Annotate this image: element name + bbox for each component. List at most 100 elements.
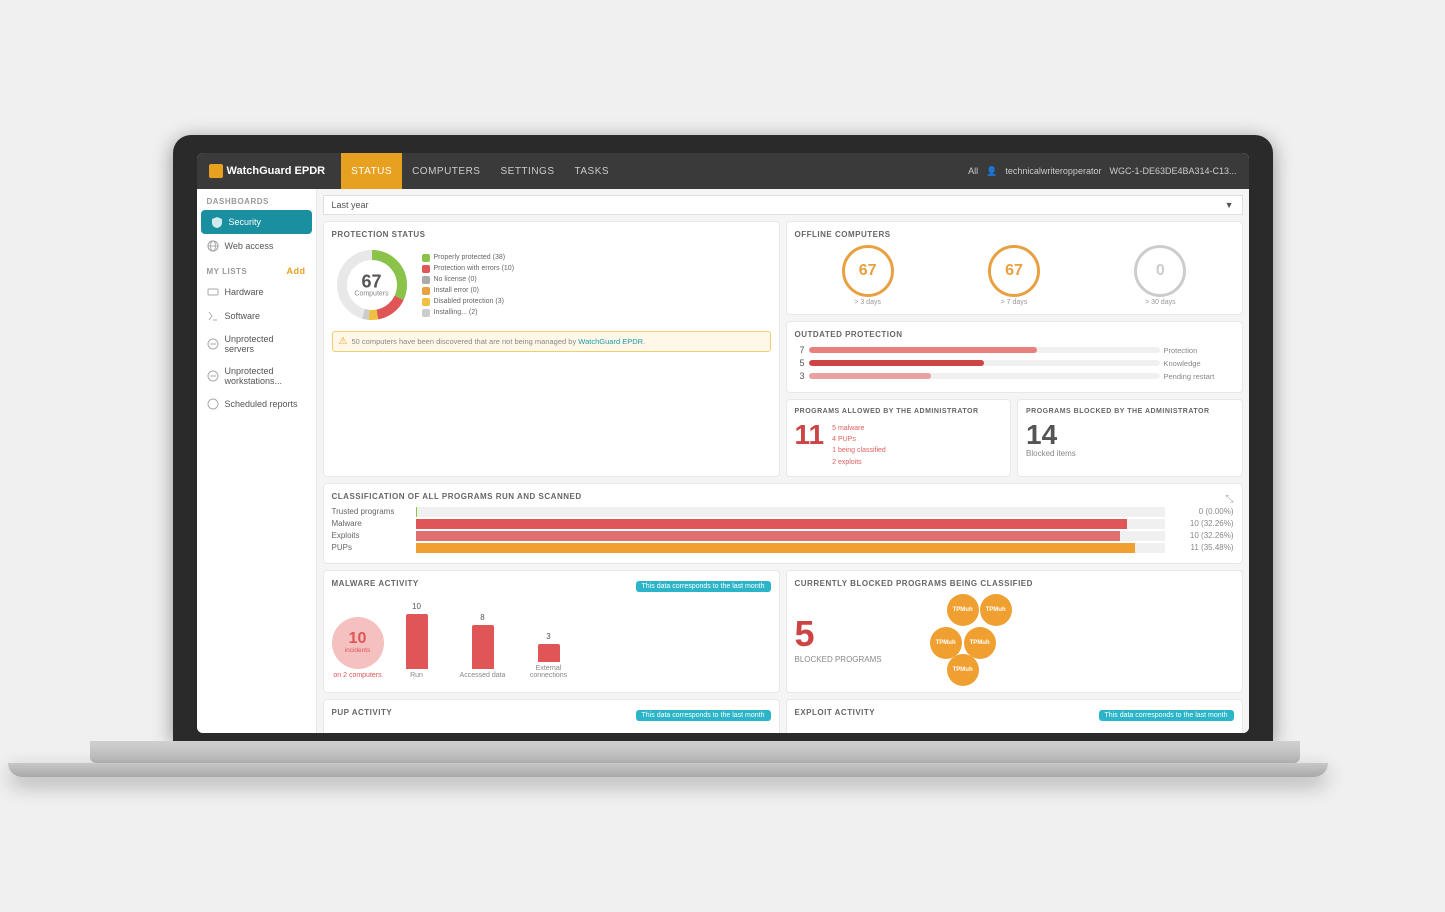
outdated-track-2	[809, 373, 1160, 379]
laptop-base	[90, 741, 1300, 763]
alert-bar: ⚠ 50 computers have been discovered that…	[332, 331, 771, 352]
machine-id: WGC-1-DE63DE4BA314-C13...	[1109, 166, 1236, 176]
programs-allowed-card: PROGRAMS ALLOWED BY THE ADMINISTRATOR 11…	[786, 399, 1012, 477]
class-track-pups	[416, 543, 1165, 553]
nav-tab-status[interactable]: STATUS	[341, 153, 402, 189]
globe-icon	[207, 240, 219, 252]
bar-col-external: 3 External connections	[524, 632, 574, 679]
blocked-number-section: 5 BLOCKED PROGRAMS	[795, 613, 882, 664]
nav-tab-settings[interactable]: SETTINGS	[490, 153, 564, 189]
outdated-label-0: Protection	[1164, 346, 1234, 355]
bar-num-external: 3	[546, 632, 550, 641]
bubble-0: TPMuh	[947, 594, 979, 626]
incident-circle: 10 incidents	[332, 617, 384, 669]
logo-icon	[209, 164, 223, 178]
class-row-trusted: Trusted programs 0 (0.00%)	[332, 507, 1234, 517]
pup-badge: This data corresponds to the last month	[636, 710, 771, 721]
outdated-title: OUTDATED PROTECTION	[795, 330, 1234, 339]
incident-section: 10 incidents on 2 computers	[332, 617, 384, 679]
legend-install-error: Install error (0)	[422, 287, 515, 295]
blocked-label: Blocked items	[1026, 449, 1234, 458]
class-track-exploits	[416, 531, 1165, 541]
webaccess-label: Web access	[225, 241, 274, 251]
outdated-row-protection: 7 Protection	[795, 345, 1234, 355]
offline-computers-card: OFFLINE COMPUTERS 67 > 3 days	[786, 221, 1243, 315]
allowed-title: PROGRAMS ALLOWED BY THE ADMINISTRATOR	[795, 408, 1003, 415]
hardware-icon	[207, 286, 219, 298]
outdated-fill-2	[809, 373, 932, 379]
legend-dot-orange	[422, 287, 430, 295]
class-count-pups: 11 (35.48%)	[1169, 543, 1234, 552]
sidebar-item-software[interactable]: Software	[197, 304, 316, 328]
alert-link[interactable]: WatchGuard EPDR	[578, 337, 643, 346]
bar-label-run: Run	[392, 672, 442, 679]
header-right: All 👤 technicalwriteropperator WGC-1-DE6…	[968, 166, 1236, 177]
expand-icon[interactable]: ⤡	[1226, 494, 1234, 505]
metric-num-3: 67	[859, 263, 877, 279]
legend-dot-gray	[422, 276, 430, 284]
sidebar-item-scheduled-reports[interactable]: Scheduled reports	[197, 392, 316, 416]
class-count-exploits: 10 (32.26%)	[1169, 531, 1234, 540]
legend-dot-red	[422, 265, 430, 273]
allowed-details: 5 malware 4 PUPs 1 being classified 2 ex…	[832, 423, 886, 468]
class-row-pups: PUPs 11 (35.48%)	[332, 543, 1234, 553]
donut-center: 67 Computers	[354, 273, 388, 298]
bubble-1: TPMuh	[980, 594, 1012, 626]
pup-exploit-row: PUP ACTIVITY This data corresponds to th…	[323, 699, 1243, 733]
nav-tab-tasks[interactable]: TASKS	[565, 153, 620, 189]
outdated-fill-0	[809, 347, 1037, 353]
outdated-label-1: Knowledge	[1164, 359, 1234, 368]
app-header: WatchGuard EPDR STATUS COMPUTERS SETTING…	[197, 153, 1249, 189]
software-icon	[207, 310, 219, 322]
outdated-num-1: 5	[795, 358, 805, 368]
malware-activity-card: MALWARE ACTIVITY This data corresponds t…	[323, 570, 780, 693]
blocked-sub-label: BLOCKED PROGRAMS	[795, 655, 882, 664]
blocked-programs-card: CURRENTLY BLOCKED PROGRAMS BEING CLASSIF…	[786, 570, 1243, 693]
legend-no-license: No license (0)	[422, 276, 515, 284]
alert-text: 50 computers have been discovered that a…	[351, 337, 645, 346]
donut-chart: 67 Computers	[332, 245, 412, 325]
class-row-exploits: Exploits 10 (32.26%)	[332, 531, 1234, 541]
sidebar-item-hardware[interactable]: Hardware	[197, 280, 316, 304]
class-fill-trusted	[416, 507, 417, 517]
outdated-track-0	[809, 347, 1160, 353]
class-fill-pups	[416, 543, 1135, 553]
offline-metrics: 67 > 3 days 67 > 7 days	[795, 245, 1234, 306]
laptop-container: WatchGuard EPDR STATUS COMPUTERS SETTING…	[173, 135, 1273, 777]
legend-dot-yellow	[422, 298, 430, 306]
shield-icon	[211, 216, 223, 228]
malware-title: MALWARE ACTIVITY	[332, 579, 419, 588]
legend-errors: Protection with errors (10)	[422, 265, 515, 273]
outdated-row-knowledge: 5 Knowledge	[795, 358, 1234, 368]
exploit-badge: This data corresponds to the last month	[1099, 710, 1234, 721]
app-logo: WatchGuard EPDR	[209, 164, 326, 178]
offline-metric-30days: 0 > 30 days	[1134, 245, 1186, 306]
malware-badge: This data corresponds to the last month	[636, 581, 771, 592]
blocked-programs-title: CURRENTLY BLOCKED PROGRAMS BEING CLASSIF…	[795, 579, 1234, 588]
username: technicalwriteropperator	[1005, 166, 1101, 176]
dashboards-label: DASHBOARDS	[197, 189, 316, 210]
legend-disabled: Disabled protection (3)	[422, 298, 515, 306]
metric-circle-3: 67	[842, 245, 894, 297]
class-count-trusted: 0 (0.00%)	[1169, 507, 1234, 516]
sidebar-item-unprotected-servers[interactable]: Unprotected servers	[197, 328, 316, 360]
add-button[interactable]: Add	[287, 266, 306, 276]
nav-tab-computers[interactable]: COMPUTERS	[402, 153, 490, 189]
sidebar-item-security[interactable]: Security	[201, 210, 312, 234]
legend-dot-green	[422, 254, 430, 262]
sidebar-item-unprotected-workstations[interactable]: Unprotected workstations...	[197, 360, 316, 392]
pup-title: PUP ACTIVITY	[332, 708, 393, 717]
outdated-row-restart: 3 Pending restart	[795, 371, 1234, 381]
outdated-fill-1	[809, 360, 985, 366]
metric-label-3: > 3 days	[842, 299, 894, 306]
offline-metric-7days: 67 > 7 days	[988, 245, 1040, 306]
class-row-malware: Malware 10 (32.26%)	[332, 519, 1234, 529]
filter-bar[interactable]: Last year ▼	[323, 195, 1243, 215]
bar-rect-external	[538, 644, 560, 662]
classification-title: CLASSIFICATION OF ALL PROGRAMS RUN AND S…	[332, 492, 582, 501]
classification-rows: Trusted programs 0 (0.00%) Malware	[332, 507, 1234, 553]
sidebar-item-webaccess[interactable]: Web access	[197, 234, 316, 258]
incident-text: incidents	[345, 647, 371, 654]
nav-tabs: STATUS COMPUTERS SETTINGS TASKS	[341, 153, 619, 189]
bar-num-accessed: 8	[480, 613, 484, 622]
